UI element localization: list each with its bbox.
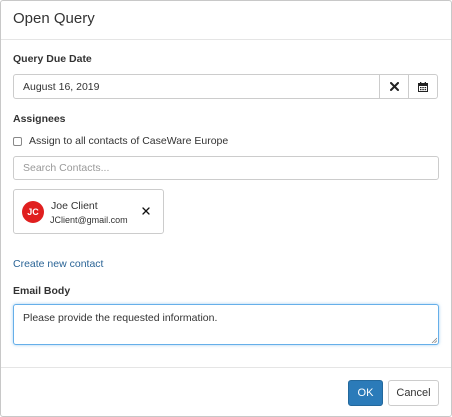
- avatar: JC: [22, 201, 44, 223]
- calendar-icon: [418, 81, 428, 92]
- calendar-button[interactable]: [408, 75, 437, 98]
- dialog-title: Open Query: [13, 10, 95, 27]
- assignees-label: Assignees: [13, 113, 66, 125]
- due-date-group: [13, 74, 438, 99]
- search-contacts-input[interactable]: [13, 156, 439, 180]
- close-icon: [389, 82, 399, 91]
- assign-all-row: Assign to all contacts of CaseWare Europ…: [13, 134, 228, 148]
- clear-date-button[interactable]: [379, 75, 408, 98]
- open-query-dialog: Open Query Query Due Date Assign: [0, 0, 452, 417]
- contact-chip: JC Joe Client JClient@gmail.com: [13, 189, 164, 234]
- assign-all-checkbox[interactable]: [13, 136, 22, 146]
- cancel-button[interactable]: Cancel: [388, 380, 439, 406]
- dialog-footer: OK Cancel: [1, 367, 451, 417]
- due-date-label: Query Due Date: [13, 53, 92, 65]
- email-body-textarea[interactable]: Please provide the requested information…: [13, 304, 439, 345]
- create-contact-link[interactable]: Create new contact: [13, 258, 103, 270]
- email-body-label: Email Body: [13, 285, 71, 297]
- contact-name: Joe Client: [51, 200, 98, 212]
- ok-button[interactable]: OK: [348, 380, 383, 406]
- assign-all-label: Assign to all contacts of CaseWare Europ…: [29, 135, 229, 147]
- contact-email: JClient@gmail.com: [50, 215, 128, 225]
- close-icon: [142, 207, 150, 215]
- remove-contact-button[interactable]: [140, 205, 152, 217]
- dialog-header: Open Query: [1, 1, 451, 40]
- due-date-input[interactable]: [14, 75, 379, 98]
